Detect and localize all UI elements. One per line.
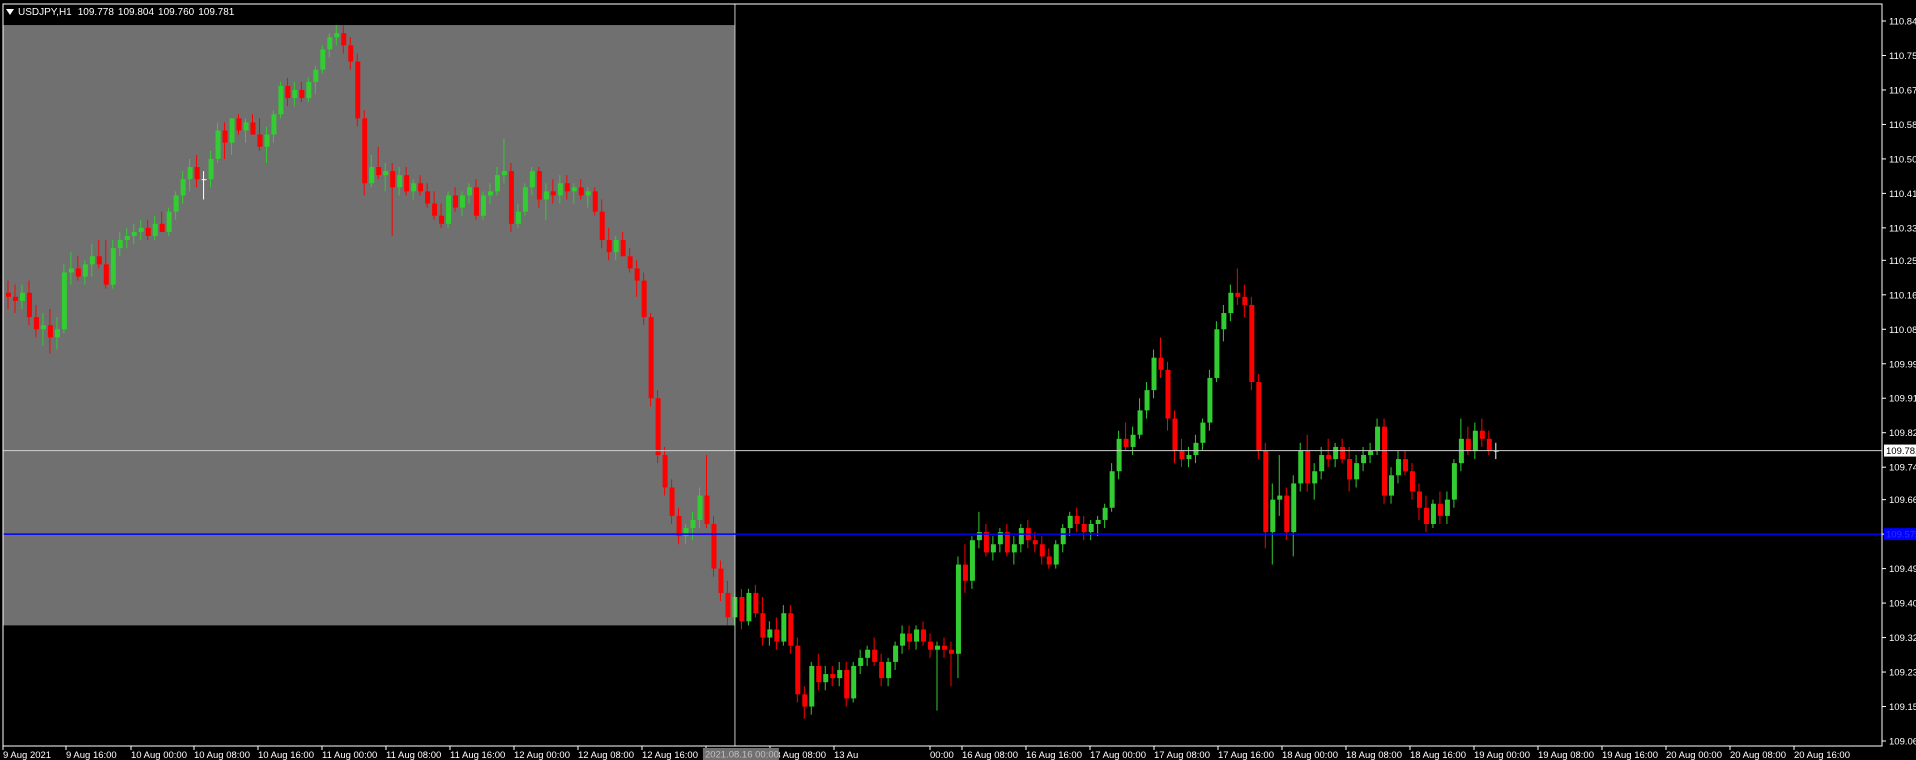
price-tick-label: 109.660 bbox=[1889, 495, 1916, 506]
time-tick-label: 19 Aug 00:00 bbox=[1474, 750, 1530, 760]
price-tick-label: 109.065 bbox=[1889, 737, 1916, 748]
chart-header: USDJPY,H1 109.778 109.804 109.760 109.78… bbox=[6, 5, 238, 19]
candle bbox=[1256, 373, 1262, 460]
price-tick-label: 109.995 bbox=[1889, 359, 1916, 370]
price-tick-label: 109.825 bbox=[1889, 428, 1916, 439]
time-tick-label: 9 Aug 2021 bbox=[3, 750, 51, 760]
candle bbox=[362, 110, 368, 196]
time-tick-label: 10 Aug 08:00 bbox=[194, 750, 250, 760]
candle bbox=[1249, 296, 1255, 391]
candle bbox=[1053, 540, 1059, 569]
time-tick-label: 12 Aug 08:00 bbox=[578, 750, 634, 760]
time-tick-label: 17 Aug 16:00 bbox=[1218, 750, 1274, 760]
price-tick-label: 110.080 bbox=[1889, 325, 1916, 336]
ohlc-close: 109.781 bbox=[198, 6, 235, 18]
time-tick-label: 11 Aug 08:00 bbox=[386, 750, 441, 760]
price-tick-label: 110.165 bbox=[1889, 290, 1916, 301]
candle bbox=[508, 162, 514, 232]
candle bbox=[648, 313, 654, 407]
time-tick-label: 13 Au bbox=[834, 750, 858, 760]
time-tick-label: 18 Aug 16:00 bbox=[1410, 750, 1466, 760]
price-tick-label: 109.320 bbox=[1889, 633, 1916, 644]
candle bbox=[1207, 369, 1213, 431]
svg-text:109.781: 109.781 bbox=[1886, 446, 1916, 457]
candle bbox=[320, 45, 326, 74]
price-tick-label: 109.740 bbox=[1889, 463, 1916, 474]
time-tick-label: 17 Aug 00:00 bbox=[1090, 750, 1146, 760]
chart-menu-dropdown-icon[interactable] bbox=[6, 9, 14, 15]
price-tick-label: 110.670 bbox=[1889, 85, 1916, 96]
chart-window[interactable]: 110.840 110.755 110.670 110.585 110.500 110.4… bbox=[0, 0, 1916, 760]
time-tick-label: 10 Aug 00:00 bbox=[131, 750, 187, 760]
candle bbox=[795, 637, 801, 703]
price-tick-label: 110.415 bbox=[1889, 189, 1916, 200]
candle bbox=[480, 191, 486, 220]
candle bbox=[655, 390, 661, 464]
time-tick-label: 17 Aug 08:00 bbox=[1154, 750, 1210, 760]
candle bbox=[166, 207, 172, 236]
price-tick-label: 109.405 bbox=[1889, 599, 1916, 610]
ohlc-high: 109.804 bbox=[117, 6, 155, 18]
price-tick-label: 110.840 bbox=[1889, 17, 1916, 28]
candle bbox=[446, 191, 452, 228]
candle bbox=[711, 515, 717, 577]
candle bbox=[1430, 499, 1436, 529]
time-tick-label: 18 Aug 00:00 bbox=[1282, 750, 1338, 760]
symbol-label: USDJPY,H1 bbox=[18, 6, 72, 18]
price-tick-label: 109.150 bbox=[1889, 702, 1916, 713]
svg-text:109.575: 109.575 bbox=[1886, 530, 1916, 541]
candle bbox=[355, 53, 361, 127]
time-tick-label: 00:00 bbox=[930, 750, 954, 760]
price-tick-label: 109.910 bbox=[1889, 394, 1916, 405]
price-tick-label: 110.250 bbox=[1889, 256, 1916, 267]
time-tick-label: 20 Aug 16:00 bbox=[1794, 750, 1850, 760]
time-tick-label: 20 Aug 08:00 bbox=[1730, 750, 1786, 760]
time-tick-label: 18 Aug 08:00 bbox=[1346, 750, 1402, 760]
time-tick-label: 20 Aug 00:00 bbox=[1666, 750, 1722, 760]
crosshair-time-tag: 2021.08.16 00:00 bbox=[702, 748, 779, 760]
time-tick-label: 16 Aug 16:00 bbox=[1026, 750, 1082, 760]
price-chart[interactable]: 110.840 110.755 110.670 110.585 110.500 110.4… bbox=[0, 0, 1916, 760]
price-tick-label: 110.330 bbox=[1889, 223, 1916, 234]
candle bbox=[1382, 418, 1388, 504]
time-tick-label: 10 Aug 16:00 bbox=[258, 750, 314, 760]
candle bbox=[61, 264, 67, 334]
price-tick-label: 110.500 bbox=[1889, 154, 1916, 165]
selection-shade-box[interactable] bbox=[3, 25, 735, 626]
svg-text:2021.08.16 00:00: 2021.08.16 00:00 bbox=[705, 750, 779, 760]
price-tick-label: 110.585 bbox=[1889, 120, 1916, 131]
candle bbox=[278, 81, 284, 119]
time-tick-label: 9 Aug 16:00 bbox=[66, 750, 117, 760]
candle bbox=[746, 588, 752, 626]
ohlc-low: 109.760 bbox=[158, 6, 195, 18]
candle bbox=[851, 661, 857, 703]
current-price-tag: 109.781 bbox=[1884, 444, 1916, 457]
time-tick-label: 11 Aug 16:00 bbox=[450, 750, 505, 760]
candle bbox=[592, 187, 598, 216]
candle bbox=[1214, 321, 1220, 383]
time-tick-label: 19 Aug 08:00 bbox=[1538, 750, 1594, 760]
price-tick-label: 109.235 bbox=[1889, 668, 1916, 679]
time-tick-label: 11 Aug 00:00 bbox=[322, 750, 377, 760]
time-tick-label: 12 Aug 00:00 bbox=[514, 750, 570, 760]
candle bbox=[522, 183, 528, 216]
time-tick-label: 19 Aug 16:00 bbox=[1602, 750, 1658, 760]
price-tick-label: 110.755 bbox=[1889, 51, 1916, 62]
level-price-tag: 109.575 bbox=[1884, 528, 1916, 541]
ohlc-open: 109.778 bbox=[77, 6, 114, 18]
time-tick-label: 16 Aug 08:00 bbox=[962, 750, 1018, 760]
time-tick-label: 12 Aug 16:00 bbox=[642, 750, 698, 760]
price-tick-label: 109.490 bbox=[1889, 564, 1916, 575]
